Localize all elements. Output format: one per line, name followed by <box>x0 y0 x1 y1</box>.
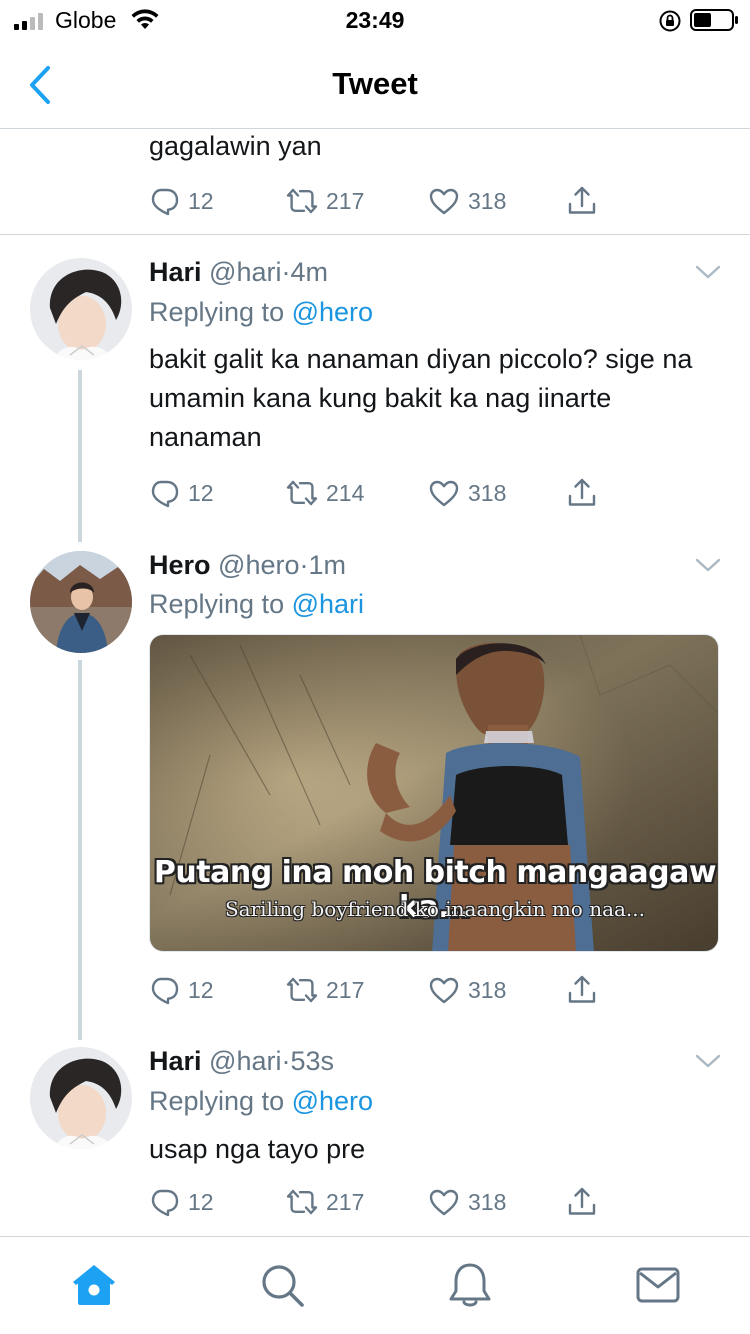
avatar[interactable] <box>30 1047 132 1149</box>
retweet-count: 217 <box>326 187 365 214</box>
replying-to-label: Replying to <box>149 589 285 619</box>
avatar[interactable] <box>30 258 132 360</box>
like-button[interactable]: 318 <box>428 181 506 221</box>
mention-link[interactable]: @hari <box>292 589 364 619</box>
reply-icon <box>148 974 180 1006</box>
share-icon <box>566 1186 598 1218</box>
nav-bar: Tweet <box>0 42 750 129</box>
author-name[interactable]: Hari <box>149 1046 202 1076</box>
share-button[interactable] <box>566 181 598 221</box>
replying-to-label: Replying to <box>149 1086 285 1116</box>
tweet-time: 53s <box>290 1046 335 1076</box>
like-count: 318 <box>468 479 507 506</box>
replying-to: Replying to @hero <box>149 297 373 328</box>
mention-link[interactable]: @hero <box>292 1086 373 1116</box>
reply-icon <box>148 477 180 509</box>
chevron-down-icon[interactable] <box>694 555 722 575</box>
tweet-actions: 12 214 318 <box>148 473 608 513</box>
share-icon <box>566 477 598 509</box>
battery-icon <box>690 9 738 31</box>
like-count: 318 <box>468 187 507 214</box>
like-button[interactable]: 318 <box>428 473 506 513</box>
reply-count: 12 <box>188 187 214 214</box>
like-icon <box>428 1186 460 1218</box>
tweet-actions: 12 217 318 <box>148 181 608 221</box>
share-button[interactable] <box>566 970 598 1010</box>
replying-to: Replying to @hari <box>149 589 364 620</box>
reply-count: 12 <box>188 1188 214 1215</box>
rotation-lock-icon <box>659 10 681 32</box>
partial-tweet-text: gagalawin yan <box>149 131 322 161</box>
retweet-button[interactable]: 214 <box>286 473 364 513</box>
tweet-header: Hari @hari·53s <box>149 1046 334 1077</box>
like-button[interactable]: 318 <box>428 970 506 1010</box>
retweet-button[interactable]: 217 <box>286 970 364 1010</box>
tweet-time: 1m <box>308 550 346 580</box>
tweet-actions: 12 217 318 <box>148 970 608 1010</box>
replying-to: Replying to @hero <box>149 1086 373 1117</box>
reply-button[interactable]: 12 <box>148 970 214 1010</box>
retweet-icon <box>286 974 318 1006</box>
author-handle[interactable]: @hari <box>209 257 281 287</box>
author-handle[interactable]: @hero <box>218 550 299 580</box>
retweet-button[interactable]: 217 <box>286 181 364 221</box>
tweet-text: usap nga tayo pre <box>149 1134 366 1164</box>
tweet-media-image[interactable]: Putang ina moh bitch mangaagaw ka... Sar… <box>149 634 719 952</box>
like-count: 318 <box>468 976 507 1003</box>
tweet-actions: 12 217 318 <box>148 1182 608 1222</box>
page-title: Tweet <box>332 66 418 101</box>
share-icon <box>566 974 598 1006</box>
avatar[interactable] <box>30 551 132 653</box>
thread-line <box>78 660 82 1040</box>
mention-link[interactable]: @hero <box>292 297 373 327</box>
replying-to-label: Replying to <box>149 297 285 327</box>
retweet-icon <box>286 477 318 509</box>
share-button[interactable] <box>566 1182 598 1222</box>
author-name[interactable]: Hero <box>149 550 211 580</box>
tab-bar <box>0 1236 750 1334</box>
reply-count: 12 <box>188 976 214 1003</box>
reply-count: 12 <box>188 479 214 506</box>
retweet-icon <box>286 1186 318 1218</box>
like-icon <box>428 974 460 1006</box>
like-icon <box>428 477 460 509</box>
notifications-icon[interactable] <box>446 1261 494 1309</box>
reply-button[interactable]: 12 <box>148 473 214 513</box>
author-name[interactable]: Hari <box>149 257 202 287</box>
share-icon <box>566 185 598 217</box>
status-time: 23:49 <box>345 7 405 33</box>
tweet-header: Hari @hari·4m <box>149 257 328 288</box>
like-icon <box>428 185 460 217</box>
media-caption-sub: Sariling boyfriend ko inaangkin mo naa..… <box>224 897 646 921</box>
reply-icon <box>148 1186 180 1218</box>
home-icon[interactable] <box>70 1261 118 1309</box>
share-button[interactable] <box>566 473 598 513</box>
tweet-header: Hero @hero·1m <box>149 550 346 581</box>
retweet-count: 217 <box>326 1188 365 1215</box>
divider <box>0 234 750 235</box>
reply-button[interactable]: 12 <box>148 181 214 221</box>
like-button[interactable]: 318 <box>428 1182 506 1222</box>
tweet-text: bakit galit ka nanaman diyan piccolo? si… <box>149 344 693 452</box>
author-handle[interactable]: @hari <box>209 1046 281 1076</box>
chevron-down-icon[interactable] <box>694 262 722 282</box>
thread-line <box>78 370 82 542</box>
messages-icon[interactable] <box>634 1261 682 1309</box>
search-icon[interactable] <box>258 1261 306 1309</box>
retweet-icon <box>286 185 318 217</box>
tweet-time: 4m <box>290 257 328 287</box>
retweet-count: 217 <box>326 976 365 1003</box>
reply-button[interactable]: 12 <box>148 1182 214 1222</box>
like-count: 318 <box>468 1188 507 1215</box>
status-bar: Globe 23:49 <box>0 0 750 42</box>
reply-icon <box>148 185 180 217</box>
retweet-button[interactable]: 217 <box>286 1182 364 1222</box>
retweet-count: 214 <box>326 479 365 506</box>
chevron-down-icon[interactable] <box>694 1051 722 1071</box>
